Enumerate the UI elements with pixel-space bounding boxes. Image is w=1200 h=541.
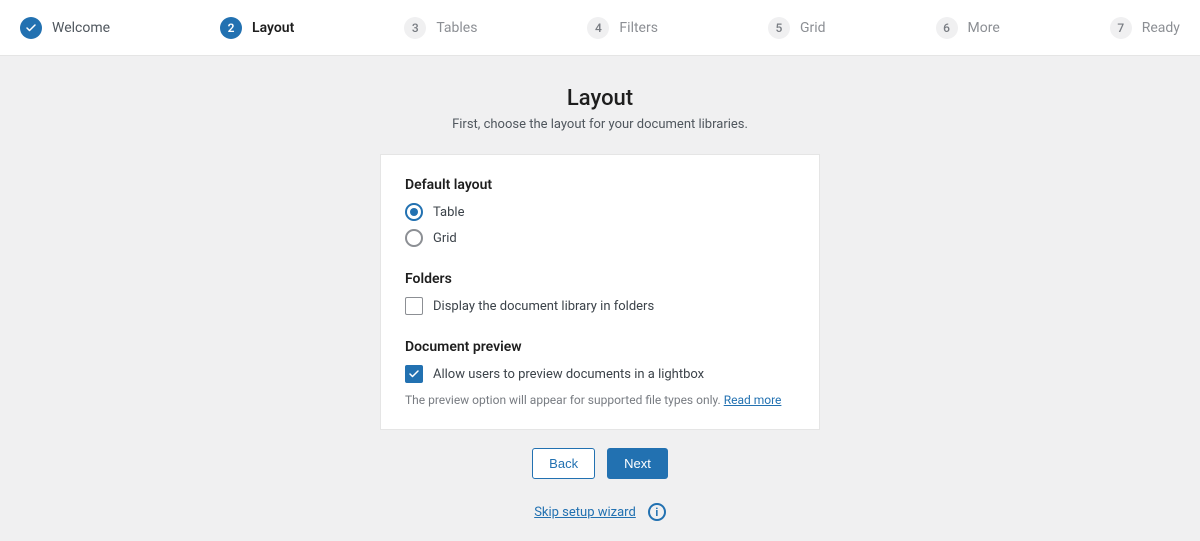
setup-stepper: Welcome 2 Layout 3 Tables 4 Filters 5 Gr… <box>0 0 1200 56</box>
section-default-layout: Default layout Table Grid <box>405 177 795 247</box>
step-label: Filters <box>619 20 658 36</box>
step-ready[interactable]: 7 Ready <box>1110 17 1180 39</box>
step-filters[interactable]: 4 Filters <box>587 17 658 39</box>
step-label: More <box>968 20 1000 36</box>
step-number: 7 <box>1110 17 1132 39</box>
radio-icon <box>405 203 423 221</box>
read-more-link[interactable]: Read more <box>724 393 782 407</box>
radio-icon <box>405 229 423 247</box>
step-number: 3 <box>404 17 426 39</box>
radio-label: Grid <box>433 231 457 246</box>
wizard-footer: Skip setup wizard i <box>534 503 666 521</box>
step-number: 5 <box>768 17 790 39</box>
step-more[interactable]: 6 More <box>936 17 1000 39</box>
back-button[interactable]: Back <box>532 448 595 479</box>
preview-hint: The preview option will appear for suppo… <box>405 393 795 407</box>
skip-setup-link[interactable]: Skip setup wizard <box>534 505 636 520</box>
step-layout[interactable]: 2 Layout <box>220 17 294 39</box>
radio-option-grid[interactable]: Grid <box>405 229 795 247</box>
checkbox-preview[interactable]: Allow users to preview documents in a li… <box>405 365 795 383</box>
section-heading: Document preview <box>405 339 795 355</box>
radio-option-table[interactable]: Table <box>405 203 795 221</box>
page-subtitle: First, choose the layout for your docume… <box>452 117 748 132</box>
step-number: 6 <box>936 17 958 39</box>
wizard-content: Layout First, choose the layout for your… <box>0 56 1200 541</box>
section-folders: Folders Display the document library in … <box>405 271 795 315</box>
step-label: Ready <box>1142 20 1180 36</box>
step-label: Grid <box>800 20 826 36</box>
checkbox-label: Display the document library in folders <box>433 299 654 314</box>
check-icon <box>20 17 42 39</box>
next-button[interactable]: Next <box>607 448 668 479</box>
step-number: 2 <box>220 17 242 39</box>
step-tables[interactable]: 3 Tables <box>404 17 477 39</box>
checkbox-icon <box>405 297 423 315</box>
step-number: 4 <box>587 17 609 39</box>
step-label: Layout <box>252 20 294 36</box>
page-title: Layout <box>567 86 633 111</box>
section-document-preview: Document preview Allow users to preview … <box>405 339 795 407</box>
settings-card: Default layout Table Grid Folders Displa… <box>380 154 820 430</box>
wizard-actions: Back Next <box>380 430 820 497</box>
checkbox-label: Allow users to preview documents in a li… <box>433 367 704 382</box>
checkbox-folders[interactable]: Display the document library in folders <box>405 297 795 315</box>
radio-label: Table <box>433 205 464 220</box>
section-heading: Folders <box>405 271 795 287</box>
section-heading: Default layout <box>405 177 795 193</box>
step-welcome[interactable]: Welcome <box>20 17 110 39</box>
step-label: Tables <box>436 20 477 36</box>
step-label: Welcome <box>52 20 110 36</box>
hint-text: The preview option will appear for suppo… <box>405 393 724 407</box>
step-grid[interactable]: 5 Grid <box>768 17 826 39</box>
checkbox-icon <box>405 365 423 383</box>
info-icon[interactable]: i <box>648 503 666 521</box>
